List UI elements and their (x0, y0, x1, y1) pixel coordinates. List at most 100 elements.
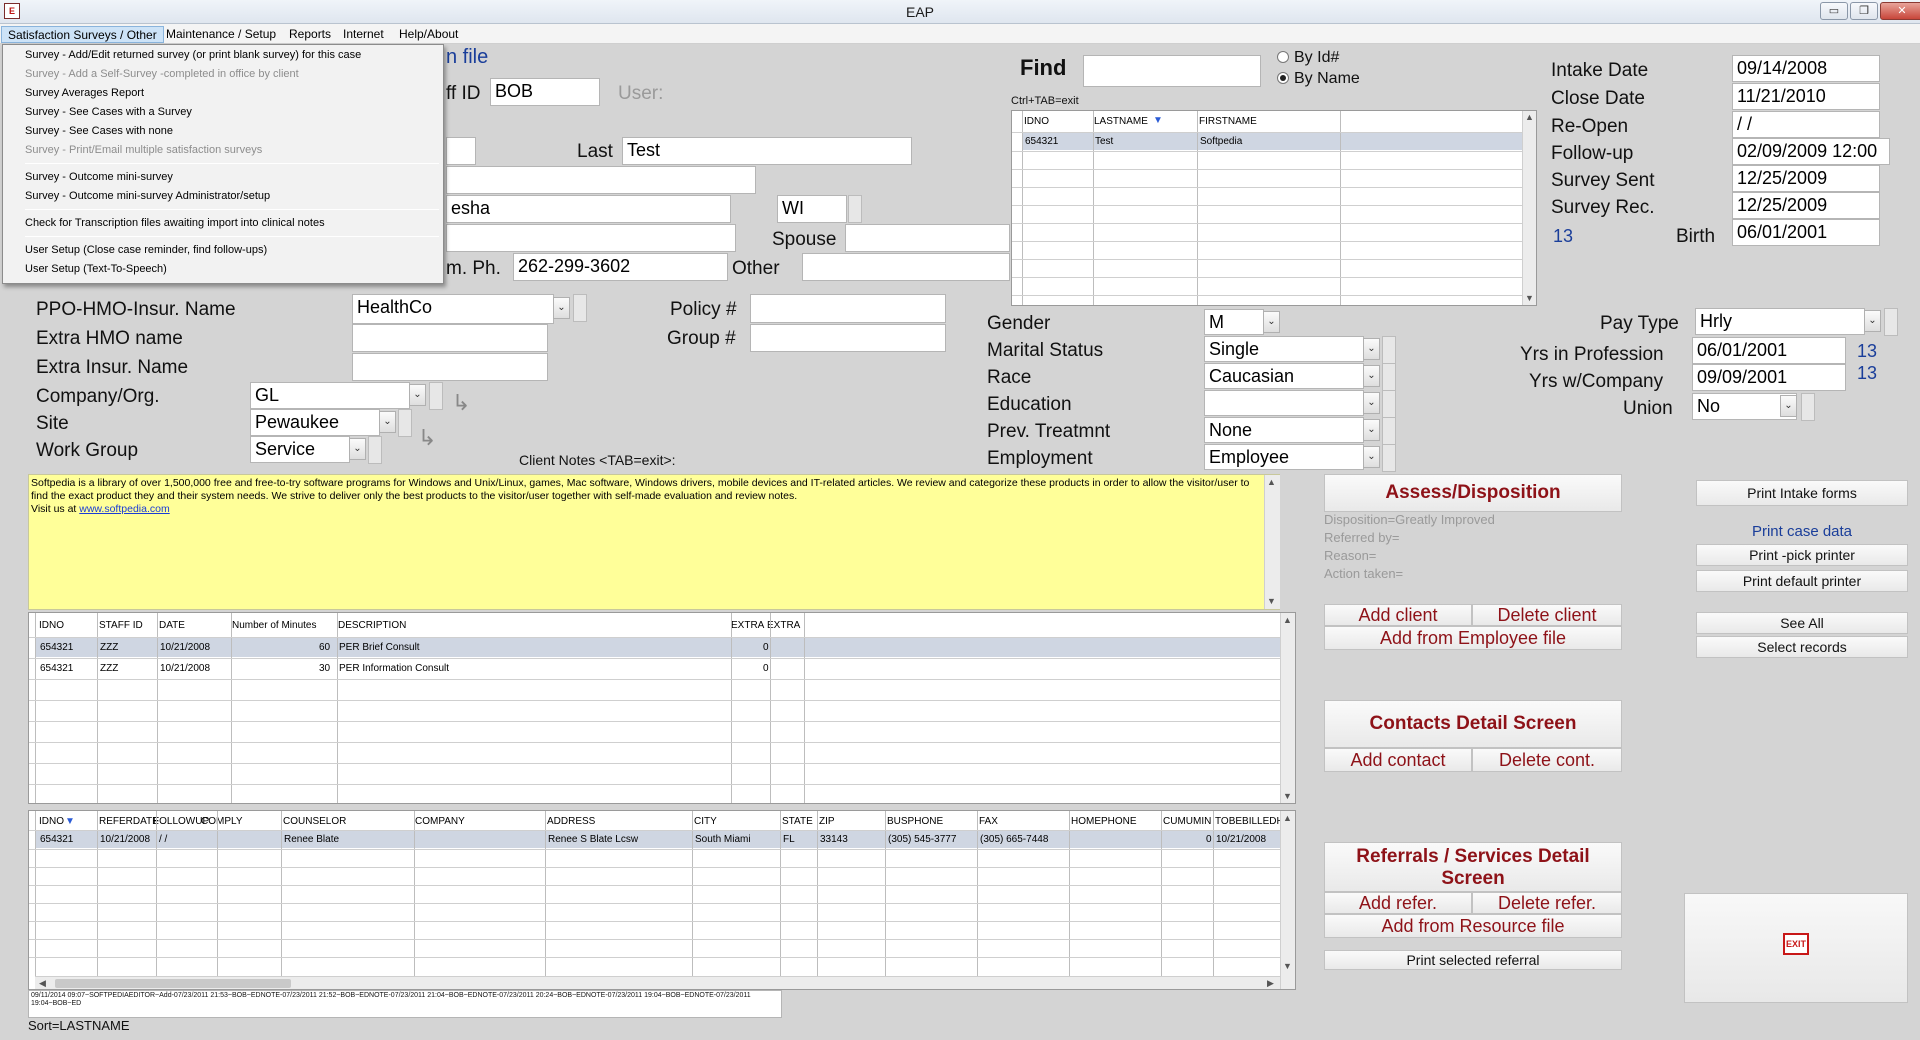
employment-field[interactable]: Employee (1204, 444, 1364, 470)
column-header-idno[interactable]: IDNO (39, 816, 64, 827)
scroll-left-icon[interactable]: ◀ (39, 978, 46, 989)
scroll-up-icon[interactable]: ▲ (1267, 477, 1276, 487)
add-client-button[interactable]: Add client (1324, 604, 1472, 626)
column-header-extra[interactable]: EXTRA (731, 620, 764, 631)
table-row-selected[interactable] (35, 638, 1281, 657)
add-referral-button[interactable]: Add refer. (1324, 892, 1472, 914)
print-pick-printer-button[interactable]: Print -pick printer (1696, 544, 1908, 566)
print-intake-forms-button[interactable]: Print Intake forms (1696, 480, 1908, 506)
column-header-company[interactable]: COMPANY (415, 816, 465, 827)
race-field[interactable]: Caucasian (1204, 363, 1364, 389)
add-from-resource-button[interactable]: Add from Resource file (1324, 914, 1622, 938)
gender-field[interactable]: M (1204, 309, 1264, 335)
column-header-minutes[interactable]: Number of Minutes (232, 620, 316, 631)
spouse-field[interactable] (845, 224, 1010, 252)
radio-by-id[interactable] (1277, 51, 1289, 63)
print-selected-referral-button[interactable]: Print selected referral (1324, 950, 1622, 970)
scroll-down-icon[interactable]: ▼ (1283, 961, 1292, 971)
chevron-down-icon[interactable]: ⌄ (1363, 392, 1380, 414)
menu-reports[interactable]: Reports (283, 26, 337, 43)
services-scrollbar[interactable]: ▲ ▼ (1280, 613, 1295, 803)
chevron-down-icon[interactable]: ⌄ (1363, 419, 1380, 441)
column-header-homephone[interactable]: HOMEPHONE (1071, 816, 1137, 827)
column-header-staff-id[interactable]: STAFF ID (99, 620, 143, 631)
exit-icon[interactable]: EXIT (1783, 933, 1809, 955)
column-header-extra-2[interactable]: EXTRA (767, 620, 800, 631)
pay-type-field[interactable]: Hrly (1695, 308, 1865, 335)
menu-item-user-setup-reminder[interactable]: User Setup (Close case reminder, find fo… (25, 244, 267, 256)
education-field[interactable] (1204, 390, 1364, 416)
column-header-zip[interactable]: ZIP (819, 816, 835, 827)
column-header-fax[interactable]: FAX (979, 816, 998, 827)
extra-hmo-field[interactable] (352, 324, 548, 352)
audit-log-field[interactable]: 09/11/2014 09:07~SOFTPEDIAEDITOR~Add-07/… (28, 990, 782, 1018)
contacts-detail-button[interactable]: Contacts Detail Screen (1324, 700, 1622, 748)
delete-client-button[interactable]: Delete client (1472, 604, 1622, 626)
menu-help-about[interactable]: Help/About (393, 26, 464, 43)
table-row-selected[interactable] (35, 831, 1281, 848)
delete-contact-button[interactable]: Delete cont. (1472, 748, 1622, 772)
other-phone-field[interactable] (802, 253, 1010, 281)
group-field[interactable] (750, 324, 946, 352)
column-header-state[interactable]: STATE (782, 816, 813, 827)
column-header-lastname[interactable]: LASTNAME (1094, 116, 1148, 127)
menu-item-add-edit-survey[interactable]: Survey - Add/Edit returned survey (or pr… (25, 49, 361, 61)
restore-button[interactable]: ❐ (1850, 2, 1878, 20)
column-header-date[interactable]: DATE (159, 620, 185, 631)
reopen-field[interactable]: / / (1732, 111, 1880, 138)
address-field[interactable] (446, 166, 756, 194)
scroll-down-icon[interactable]: ▼ (1525, 293, 1534, 303)
ppo-field[interactable]: HealthCo (352, 294, 554, 324)
menu-item-user-setup-tts[interactable]: User Setup (Text-To-Speech) (25, 263, 167, 275)
referrals-hscrollbar[interactable]: ◀ ▶ (35, 976, 1280, 989)
column-header-city[interactable]: CITY (694, 816, 717, 827)
hscroll-thumb[interactable] (55, 979, 291, 988)
column-header-counselor[interactable]: COUNSELOR (283, 816, 346, 827)
chevron-down-icon[interactable]: ⌄ (1263, 311, 1280, 333)
last-name-field[interactable]: Test (622, 137, 912, 165)
menu-satisfaction-surveys[interactable]: Satisfaction Surveys / Other (1, 26, 164, 43)
state-field[interactable]: WI (777, 195, 847, 223)
column-header-busphone[interactable]: BUSPHONE (887, 816, 943, 827)
workgroup-field[interactable]: Service (250, 436, 350, 463)
first-name-field[interactable] (446, 137, 476, 165)
column-header-cumumin[interactable]: CUMUMIN (1163, 816, 1211, 827)
scroll-up-icon[interactable]: ▲ (1525, 112, 1534, 122)
menu-internet[interactable]: Internet (337, 26, 390, 43)
referrals-detail-button[interactable]: Referrals / Services Detail Screen (1324, 842, 1622, 892)
column-header-idno[interactable]: IDNO (1024, 116, 1049, 127)
scroll-down-icon[interactable]: ▼ (1283, 791, 1292, 801)
return-arrow-icon[interactable]: ↳ (452, 390, 470, 416)
chevron-down-icon[interactable]: ⌄ (349, 438, 366, 460)
add-from-employee-button[interactable]: Add from Employee file (1324, 626, 1622, 650)
column-header-tobebilled[interactable]: TOBEBILLEDH (1215, 816, 1284, 827)
scroll-down-icon[interactable]: ▼ (1267, 596, 1276, 606)
close-button[interactable]: ✕ (1880, 2, 1920, 20)
chevron-down-icon[interactable]: ⌄ (1363, 365, 1380, 387)
scroll-up-icon[interactable]: ▲ (1283, 813, 1292, 823)
menu-item-outcome-admin[interactable]: Survey - Outcome mini-survey Administrat… (25, 190, 270, 202)
find-input[interactable] (1083, 55, 1261, 87)
yrs-company-field[interactable]: 09/09/2001 (1692, 364, 1846, 391)
select-records-button[interactable]: Select records (1696, 636, 1908, 658)
find-grid-scrollbar[interactable]: ▲ ▼ (1522, 111, 1536, 305)
return-arrow-icon[interactable]: ↳ (418, 425, 436, 451)
chevron-down-icon[interactable]: ⌄ (1363, 338, 1380, 360)
staff-id-field[interactable]: BOB (490, 78, 600, 106)
policy-field[interactable] (750, 294, 946, 323)
column-header-referdate[interactable]: REFERDATE (99, 816, 159, 827)
menu-item-transcription-files[interactable]: Check for Transcription files awaiting i… (25, 217, 325, 229)
close-date-field[interactable]: 11/21/2010 (1732, 83, 1880, 110)
prev-treatment-field[interactable]: None (1204, 417, 1364, 443)
chevron-down-icon[interactable]: ⌄ (1780, 395, 1797, 417)
scroll-up-icon[interactable]: ▲ (1283, 615, 1292, 625)
column-header-idno[interactable]: IDNO (39, 620, 64, 631)
intake-date-field[interactable]: 09/14/2008 (1732, 55, 1880, 82)
menu-maintenance-setup[interactable]: Maintenance / Setup (160, 26, 282, 43)
softpedia-link[interactable]: www.softpedia.com (79, 503, 169, 515)
marital-field[interactable]: Single (1204, 336, 1364, 362)
site-field[interactable]: Pewaukee (250, 409, 380, 436)
radio-by-name[interactable] (1277, 72, 1289, 84)
city-field[interactable]: esha (446, 195, 731, 223)
zip-field[interactable] (446, 224, 736, 252)
